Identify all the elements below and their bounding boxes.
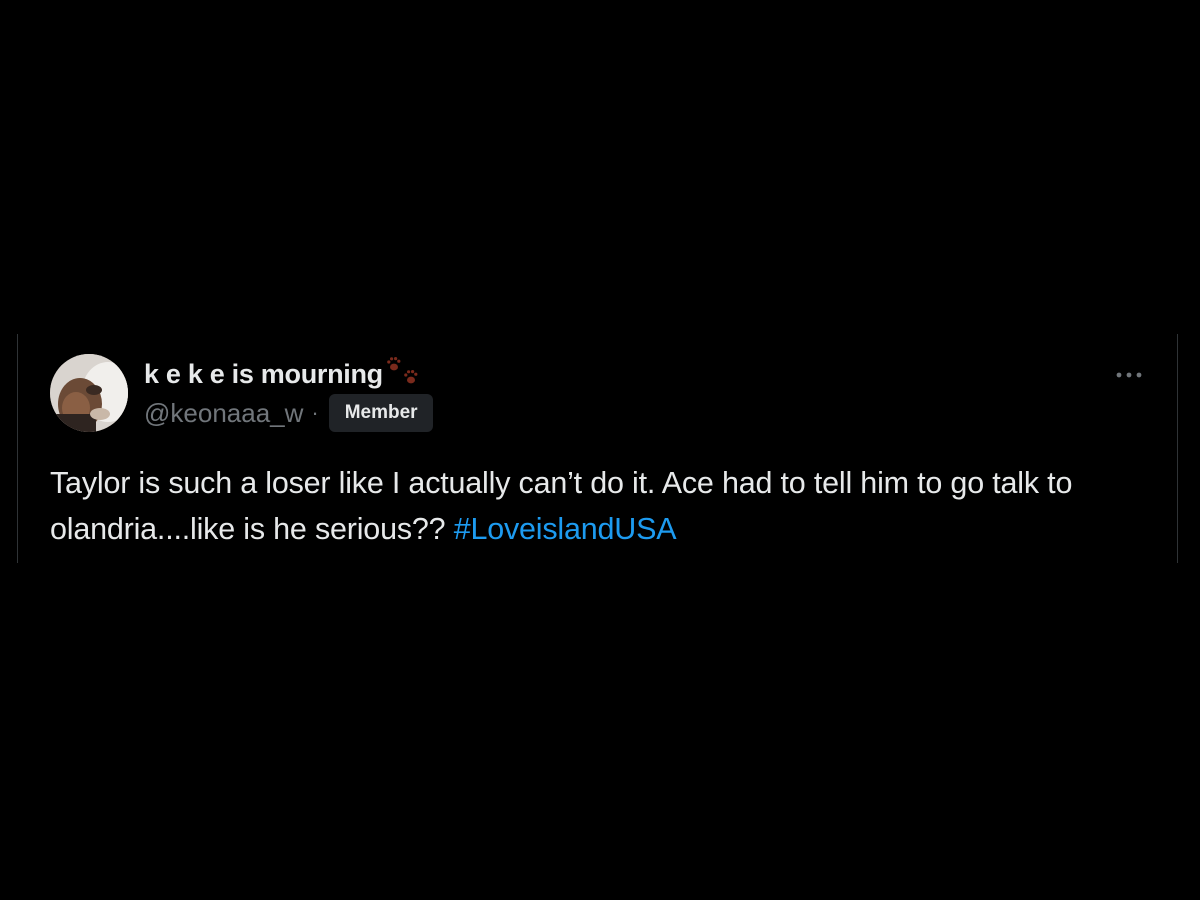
member-badge[interactable]: Member [328,394,433,432]
tweet-card[interactable]: k e k e is mourning @keonaaa_w · Member … [17,334,1178,563]
handle-row: @keonaaa_w · Member [144,394,433,432]
separator-dot: · [311,400,319,425]
user-handle[interactable]: @keonaaa_w [144,398,303,429]
display-name-row[interactable]: k e k e is mourning [144,356,421,392]
paw-prints-icon [385,353,421,392]
hashtag-link[interactable]: #LoveislandUSA [454,512,677,546]
tweet-text: Taylor is such a loser like I actually c… [50,460,1150,552]
more-options-button[interactable] [1112,364,1146,386]
display-name[interactable]: k e k e is mourning [144,359,383,390]
more-horizontal-icon [1116,372,1142,378]
avatar-photo [50,354,128,432]
avatar[interactable] [50,354,128,432]
